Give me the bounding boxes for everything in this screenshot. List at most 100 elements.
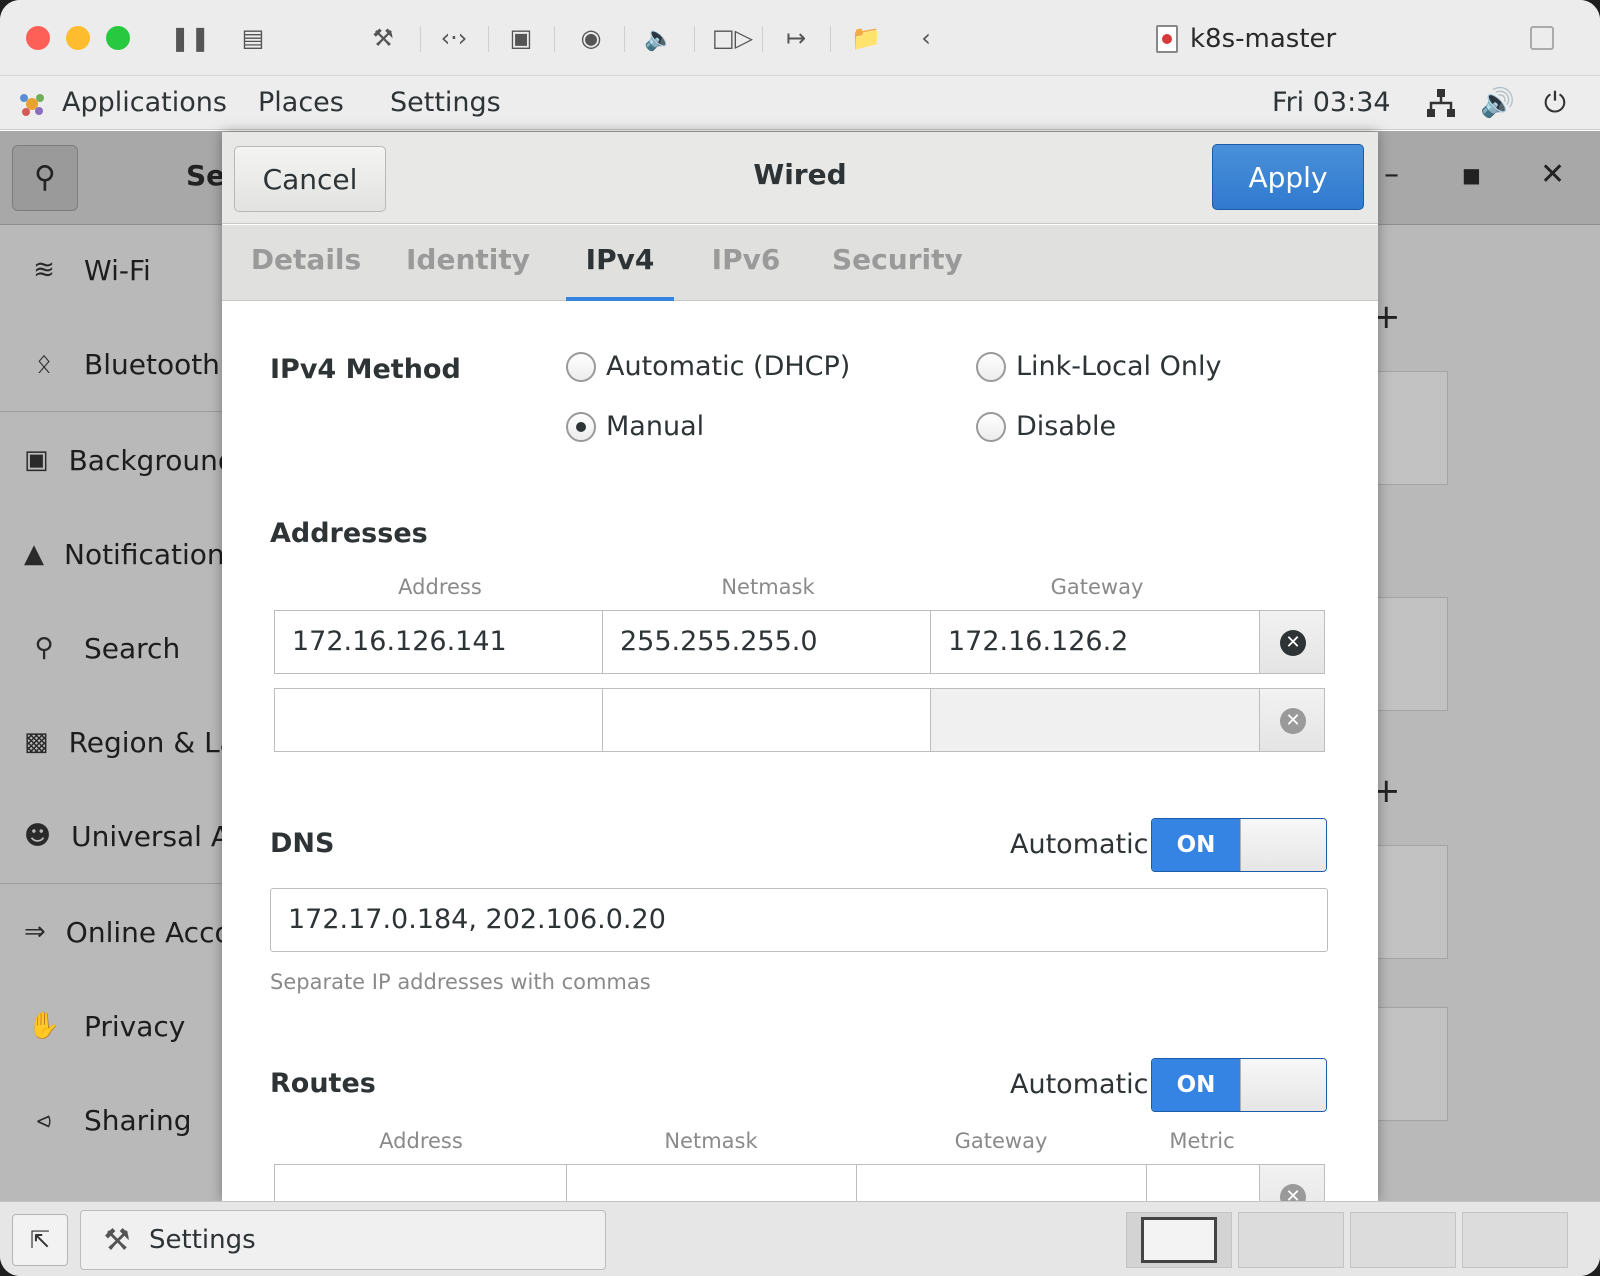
wrench-icon[interactable]: ⚒ xyxy=(366,22,400,54)
sidebar-item-region[interactable]: ▩ Region & Language xyxy=(0,697,222,787)
network-icon[interactable] xyxy=(1424,86,1458,120)
sidebar-item-universal-access[interactable]: ☻ Universal Access xyxy=(0,791,222,881)
tab-ipv4[interactable]: IPv4 xyxy=(566,225,674,301)
minimize-icon[interactable]: – xyxy=(1384,157,1399,192)
taskbar-window-settings[interactable]: ⚒ Settings xyxy=(80,1210,606,1270)
radio-indicator[interactable] xyxy=(976,351,1006,382)
radio-indicator[interactable] xyxy=(566,411,596,442)
switch-knob[interactable] xyxy=(1240,1059,1326,1111)
gateway-input[interactable] xyxy=(930,688,1260,752)
vm-title: k8s-master xyxy=(1190,24,1337,54)
video-icon[interactable]: □▷ xyxy=(712,22,753,54)
settings-title: Se xyxy=(186,159,226,192)
route-gateway-input[interactable] xyxy=(856,1164,1147,1201)
radio-indicator[interactable] xyxy=(566,351,596,382)
minimize-window-button[interactable] xyxy=(66,26,90,50)
applications-logo-icon xyxy=(20,94,44,116)
sidebar-item-search[interactable]: ⚲ Search xyxy=(0,603,222,693)
snapshot-icon[interactable]: ▤ xyxy=(236,22,270,54)
dialog-tabs: Details Identity IPv4 IPv6 Security xyxy=(222,225,1378,301)
radio-disable[interactable]: Disable xyxy=(976,411,1116,442)
zoom-window-button[interactable] xyxy=(106,26,130,50)
dns-automatic-switch[interactable]: ON xyxy=(1151,818,1327,872)
applications-menu[interactable]: Applications xyxy=(62,84,227,122)
radio-link-local-only[interactable]: Link-Local Only xyxy=(976,351,1221,382)
gateway-input[interactable]: 172.16.126.2 xyxy=(930,610,1260,674)
close-circle-icon: ✕ xyxy=(1280,630,1306,656)
sidebar-item-sharing[interactable]: ⪦ Sharing xyxy=(0,1075,222,1165)
tab-identity[interactable]: Identity xyxy=(406,225,530,301)
power-icon[interactable]: ⏻ xyxy=(1538,86,1572,120)
close-circle-icon: ✕ xyxy=(1280,708,1306,734)
show-desktop-button[interactable]: ⇱ xyxy=(12,1214,68,1266)
disk-icon[interactable]: ▣ xyxy=(504,22,538,54)
back-chevron-icon[interactable]: ‹ xyxy=(914,22,938,54)
radio-automatic-dhcp[interactable]: Automatic (DHCP) xyxy=(566,351,850,382)
netmask-input[interactable]: 255.255.255.0 xyxy=(602,610,931,674)
panel-clock[interactable]: Fri 03:34 xyxy=(1272,84,1391,122)
sidebar-divider xyxy=(0,883,222,884)
volume-icon[interactable]: 🔊 xyxy=(1480,86,1515,120)
dns-label: DNS xyxy=(270,828,335,859)
addresses-label: Addresses xyxy=(270,518,428,549)
sidebar-item-label: Privacy xyxy=(84,1009,186,1043)
radio-manual[interactable]: Manual xyxy=(566,411,704,442)
netmask-input[interactable] xyxy=(602,688,931,752)
route-netmask-input[interactable] xyxy=(566,1164,857,1201)
toolbar-separator xyxy=(624,26,625,52)
workspace-3[interactable] xyxy=(1350,1212,1456,1268)
routes-automatic-switch[interactable]: ON xyxy=(1151,1058,1327,1112)
address-input[interactable] xyxy=(274,688,603,752)
tab-details[interactable]: Details xyxy=(250,225,362,301)
dns-automatic-label: Automatic xyxy=(1010,829,1149,860)
sidebar-item-bluetooth[interactable]: ᛟ Bluetooth xyxy=(0,319,222,409)
radio-indicator[interactable] xyxy=(976,411,1006,442)
sound-icon[interactable]: 🔈 xyxy=(642,22,676,54)
settings-search-button[interactable]: ⚲ xyxy=(12,145,78,211)
region-icon: ▩ xyxy=(24,727,49,757)
apply-button[interactable]: Apply xyxy=(1212,144,1364,210)
bluetooth-icon: ᛟ xyxy=(36,349,52,379)
workspace-1[interactable] xyxy=(1126,1212,1232,1268)
sidebar-item-notifications[interactable]: ▲ Notifications xyxy=(0,509,222,599)
close-icon[interactable]: ✕ xyxy=(1540,157,1565,192)
vm-title-group: k8s-master xyxy=(1156,22,1336,56)
usb-icon[interactable]: ↦ xyxy=(778,22,814,54)
settings-menu[interactable]: Settings xyxy=(390,84,501,122)
column-header-metric: Metric xyxy=(1169,1129,1235,1153)
folder-share-icon[interactable]: 📁 xyxy=(848,22,884,54)
remove-address-button[interactable]: ✕ xyxy=(1259,688,1325,752)
tab-ipv6[interactable]: IPv6 xyxy=(698,225,794,301)
online-accounts-icon: ⇒ xyxy=(24,917,46,947)
route-metric-input[interactable] xyxy=(1146,1164,1260,1201)
camera-icon[interactable]: ◉ xyxy=(574,22,608,54)
pause-icon[interactable]: ❚❚ xyxy=(170,22,210,54)
vm-document-icon xyxy=(1156,25,1178,53)
dialog-title: Wired xyxy=(753,158,847,191)
maximize-icon[interactable]: ■ xyxy=(1462,163,1481,187)
search-icon: ⚲ xyxy=(34,633,54,663)
sidebar-item-online-accounts[interactable]: ⇒ Online Accounts xyxy=(0,887,222,977)
sidebar-item-wifi[interactable]: ≋ Wi-Fi xyxy=(0,225,222,315)
sidebar-item-privacy[interactable]: ✋ Privacy xyxy=(0,981,222,1071)
remove-route-button[interactable]: ✕ xyxy=(1259,1164,1325,1201)
workspace-window-preview xyxy=(1141,1217,1217,1263)
toolbar-separator xyxy=(420,26,421,52)
places-menu[interactable]: Places xyxy=(258,84,344,122)
sidebar-item-label: Search xyxy=(84,631,181,665)
dns-servers-input[interactable]: 172.17.0.184, 202.106.0.20 xyxy=(270,888,1328,952)
code-icon[interactable]: ‹·› xyxy=(436,22,472,54)
close-window-button[interactable] xyxy=(26,26,50,50)
accessibility-icon: ☻ xyxy=(24,821,52,851)
tab-security[interactable]: Security xyxy=(832,225,963,301)
remove-address-button[interactable]: ✕ xyxy=(1259,610,1325,674)
restore-window-icon[interactable] xyxy=(1530,26,1554,50)
sidebar-item-background[interactable]: ▣ Background xyxy=(0,415,222,505)
workspace-4[interactable] xyxy=(1462,1212,1568,1268)
dialog-header: Cancel Wired Apply xyxy=(222,132,1378,224)
address-input[interactable]: 172.16.126.141 xyxy=(274,610,603,674)
route-address-input[interactable] xyxy=(274,1164,567,1201)
switch-knob[interactable] xyxy=(1240,819,1326,871)
gnome-top-panel: Applications Places Settings Fri 03:34 🔊… xyxy=(0,76,1600,130)
workspace-2[interactable] xyxy=(1238,1212,1344,1268)
